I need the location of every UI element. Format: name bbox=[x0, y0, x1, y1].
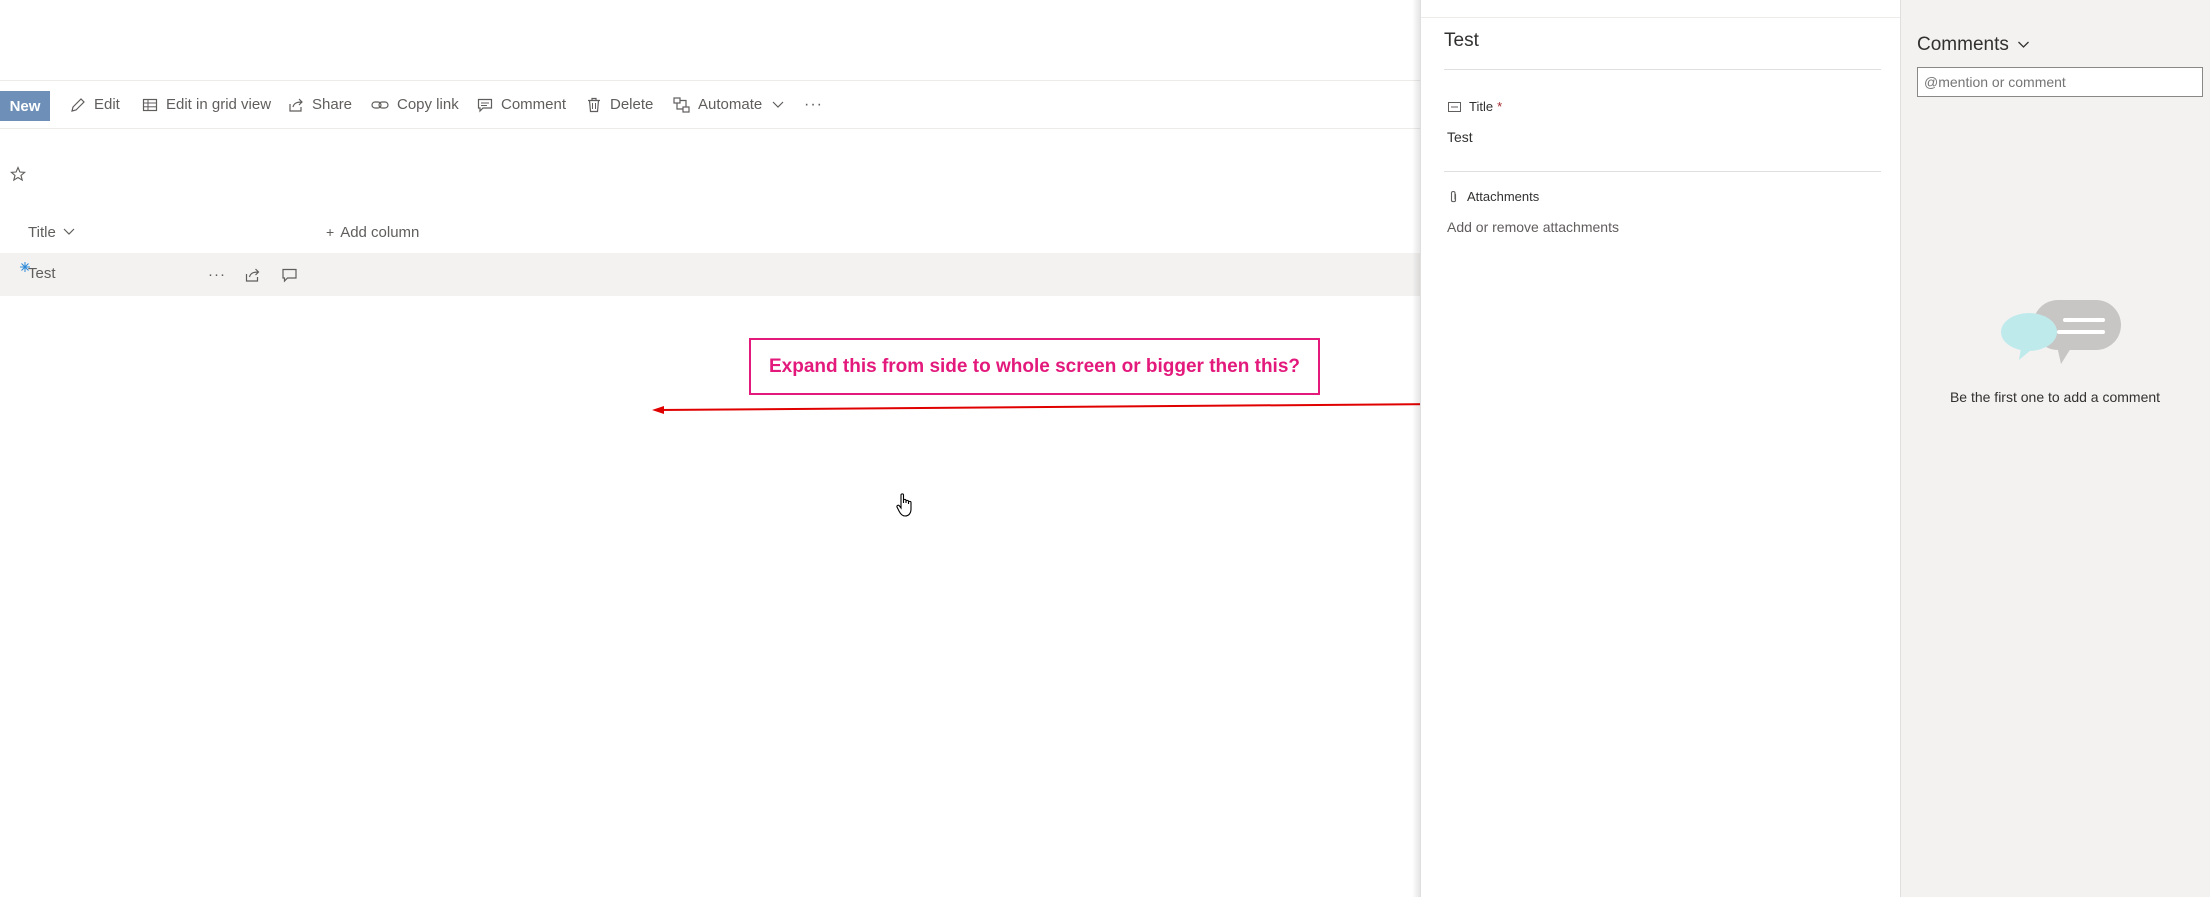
add-attachments-link[interactable]: Add or remove attachments bbox=[1447, 219, 1619, 235]
row-more-button[interactable]: ··· bbox=[208, 253, 226, 296]
link-icon bbox=[371, 100, 389, 109]
more-commands-button[interactable]: ··· bbox=[804, 81, 823, 128]
chevron-down-icon bbox=[772, 101, 784, 108]
details-panel: Test Title * Test Attachments Add or rem… bbox=[1420, 0, 1901, 897]
automate-icon bbox=[673, 96, 690, 113]
column-header-title[interactable]: Title bbox=[28, 222, 75, 242]
comments-header-label: Comments bbox=[1917, 34, 2009, 55]
title-field-label: Title * bbox=[1448, 99, 1502, 114]
add-column-label: Add column bbox=[340, 223, 420, 241]
comments-header[interactable]: Comments bbox=[1917, 34, 2030, 56]
paperclip-icon bbox=[1450, 190, 1457, 202]
automate-label: Automate bbox=[698, 96, 763, 113]
table-row[interactable]: Test ··· bbox=[0, 253, 1420, 296]
chevron-down-icon bbox=[2017, 41, 2029, 48]
attachments-label: Attachments bbox=[1449, 189, 1539, 204]
text-field-icon bbox=[1448, 101, 1461, 112]
comment-input[interactable] bbox=[1917, 67, 2203, 97]
row-share-icon[interactable] bbox=[244, 253, 261, 296]
add-column-button[interactable]: + Add column bbox=[326, 222, 419, 242]
edit-grid-button[interactable]: Edit in grid view bbox=[142, 81, 271, 128]
chevron-down-icon bbox=[63, 228, 75, 235]
command-bar: New Edit Edit in grid view Share Copy li… bbox=[0, 80, 1420, 129]
panel-top-divider bbox=[1421, 17, 1901, 18]
row-title[interactable]: Test bbox=[28, 265, 56, 282]
row-comment-icon[interactable] bbox=[281, 253, 298, 296]
details-divider bbox=[1444, 69, 1881, 70]
hand-cursor-icon bbox=[896, 493, 912, 517]
favorite-star-icon[interactable] bbox=[9, 166, 27, 187]
automate-button[interactable]: Automate bbox=[673, 81, 784, 128]
panel-shadow bbox=[1412, 0, 1420, 897]
field-divider bbox=[1444, 171, 1881, 172]
comments-empty-text: Be the first one to add a comment bbox=[1949, 389, 2161, 405]
copy-link-label: Copy link bbox=[397, 96, 459, 113]
delete-button[interactable]: Delete bbox=[586, 81, 653, 128]
edit-button[interactable]: Edit bbox=[70, 81, 120, 128]
attachments-label-text: Attachments bbox=[1467, 189, 1540, 204]
pencil-icon bbox=[71, 97, 85, 112]
title-field-value[interactable]: Test bbox=[1447, 129, 1473, 145]
trash-icon bbox=[588, 97, 600, 112]
plus-icon: + bbox=[326, 224, 335, 240]
share-icon bbox=[289, 98, 303, 112]
annotation-text: Expand this from side to whole screen or… bbox=[768, 355, 1301, 377]
edit-label: Edit bbox=[94, 96, 120, 113]
delete-label: Delete bbox=[610, 96, 654, 113]
share-label: Share bbox=[312, 96, 353, 113]
column-header-title-label: Title bbox=[28, 223, 56, 241]
copy-link-button[interactable]: Copy link bbox=[371, 81, 459, 128]
comments-panel: Comments bbox=[1900, 0, 2210, 897]
annotation-callout: Expand this from side to whole screen or… bbox=[749, 338, 1320, 395]
comment-label: Comment bbox=[501, 96, 567, 113]
comment-bubbles-icon bbox=[2001, 300, 2121, 364]
details-header: Test bbox=[1444, 30, 1479, 51]
title-label-text: Title bbox=[1469, 99, 1494, 114]
required-marker: * bbox=[1497, 99, 1503, 114]
share-button[interactable]: Share bbox=[288, 81, 352, 128]
new-button[interactable]: New bbox=[0, 91, 50, 121]
grid-icon bbox=[142, 98, 158, 111]
comment-icon bbox=[477, 98, 493, 112]
comment-button[interactable]: Comment bbox=[477, 81, 566, 128]
edit-grid-label: Edit in grid view bbox=[166, 96, 272, 113]
